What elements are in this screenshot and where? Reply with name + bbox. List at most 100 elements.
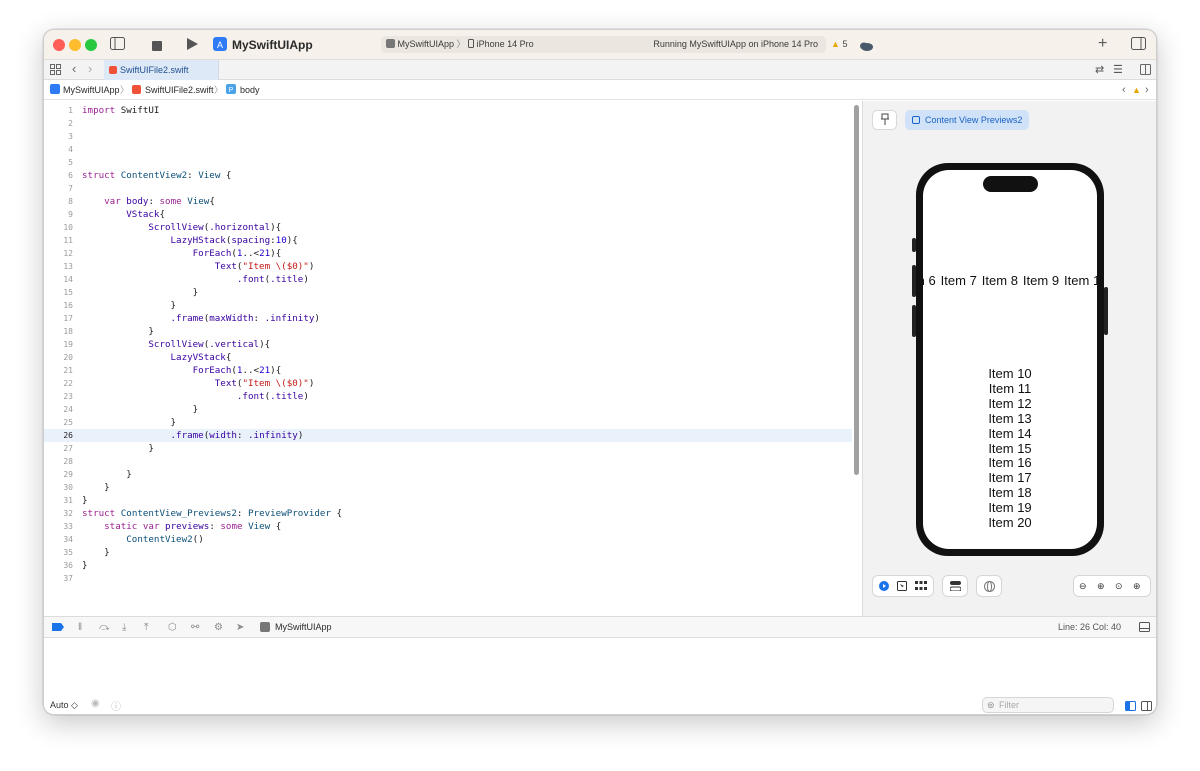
debug-target[interactable]: MySwiftUIApp xyxy=(275,617,332,638)
breakpoints-toggle-icon[interactable] xyxy=(52,623,64,634)
code-editor[interactable]: 1 import SwiftUI 2 3 4 5 6 struct ContentView2:… xyxy=(44,101,862,616)
grid-icon[interactable] xyxy=(50,63,61,79)
scheme-status-bar[interactable]: MySwiftUIApp 〉 iPhone 14 Pro Running MyS… xyxy=(381,36,826,53)
cloud-icon[interactable] xyxy=(859,39,873,55)
code-line[interactable]: 13 Text("Item \($0)") xyxy=(44,260,852,273)
step-into-icon[interactable]: ⤓ xyxy=(122,622,126,633)
code-line[interactable]: 17 .frame(maxWidth: .infinity) xyxy=(44,312,852,325)
previous-issue-icon[interactable]: ‹ xyxy=(1122,81,1126,100)
scheme-selector[interactable]: MySwiftUIApp 〉 iPhone 14 Pro xyxy=(386,36,534,53)
zoom-in-icon[interactable]: ⊕ xyxy=(1097,581,1105,591)
code-line[interactable]: 14 .font(.title) xyxy=(44,273,852,286)
breadcrumb-project[interactable]: MySwiftUIApp xyxy=(63,81,120,100)
code-line[interactable]: 15 } xyxy=(44,286,852,299)
code-line[interactable]: 25 } xyxy=(44,416,852,429)
breadcrumb-file[interactable]: SwiftUIFile2.swift xyxy=(145,81,214,100)
device-settings-button[interactable] xyxy=(942,575,968,597)
tab-swiftuifile2[interactable]: SwiftUIFile2.swift xyxy=(104,60,219,80)
code-line[interactable]: 24 } xyxy=(44,403,852,416)
simulate-location-icon[interactable]: ➤ xyxy=(236,622,244,633)
forward-icon[interactable]: › xyxy=(88,61,92,77)
show-console-icon[interactable] xyxy=(1141,698,1152,714)
code-line[interactable]: 37 xyxy=(44,572,852,585)
sidebar-toggle-icon[interactable] xyxy=(110,37,125,53)
zoom-fit-icon[interactable]: ⊕ xyxy=(1133,581,1141,591)
debug-view-hierarchy-icon[interactable]: ⬡ xyxy=(168,622,177,633)
refresh-icon[interactable]: ⇄ xyxy=(1095,62,1104,78)
code-line[interactable]: 22 Text("Item \($0)") xyxy=(44,377,852,390)
code-line[interactable]: 19 ScrollView(.vertical){ xyxy=(44,338,852,351)
next-issue-icon[interactable]: › xyxy=(1145,81,1149,100)
code-line[interactable]: 6 struct ContentView2: View { xyxy=(44,169,852,182)
step-out-icon[interactable]: ⤒ xyxy=(144,622,148,633)
step-over-icon[interactable]: ⤼ xyxy=(99,622,110,633)
eye-icon[interactable]: ◉ xyxy=(91,698,100,709)
pin-preview-button[interactable] xyxy=(872,110,897,130)
code-line[interactable]: 4 xyxy=(44,143,852,156)
zoom-out-icon[interactable]: ⊖ xyxy=(1079,581,1087,591)
preview-variants-button[interactable] xyxy=(976,575,1002,597)
variables-view-mode[interactable]: Auto ◇ xyxy=(50,700,78,711)
zoom-window-button[interactable] xyxy=(85,39,97,51)
code-line[interactable]: 7 xyxy=(44,182,852,195)
selectable-mode-icon[interactable] xyxy=(897,581,907,593)
minimize-window-button[interactable] xyxy=(69,39,81,51)
code-line[interactable]: 34 ContentView2() xyxy=(44,533,852,546)
warning-indicator[interactable]: ▲ 5 xyxy=(831,39,847,49)
line-number: 26 xyxy=(63,431,73,440)
editor-scrollbar[interactable] xyxy=(854,105,859,475)
close-window-button[interactable] xyxy=(53,39,65,51)
memory-graph-icon[interactable]: ⚯ xyxy=(191,622,199,633)
code-text: ForEach(1..<21){ xyxy=(192,248,282,259)
variants-grid-icon[interactable] xyxy=(915,581,927,593)
info-icon[interactable]: ⓘ xyxy=(111,698,121,713)
code-line[interactable]: 20 LazyVStack{ xyxy=(44,351,852,364)
pause-icon[interactable]: ‖ xyxy=(78,622,82,633)
add-icon[interactable]: + xyxy=(1098,36,1107,52)
code-line[interactable]: 1 import SwiftUI xyxy=(44,104,852,117)
code-line[interactable]: 36} xyxy=(44,559,852,572)
code-line[interactable]: 10 ScrollView(.horizontal){ xyxy=(44,221,852,234)
code-line[interactable]: 28 xyxy=(44,455,852,468)
editor-options-icon[interactable]: ☰ xyxy=(1113,62,1123,78)
inspector-toggle-icon[interactable] xyxy=(1131,37,1146,53)
code-line[interactable]: 9 VStack{ xyxy=(44,208,852,221)
breadcrumb-symbol[interactable]: body xyxy=(240,81,260,100)
show-variables-icon[interactable] xyxy=(1125,698,1136,714)
zoom-actual-icon[interactable]: ⊙ xyxy=(1115,581,1123,591)
code-line[interactable]: 5 xyxy=(44,156,852,169)
code-line[interactable]: 23 .font(.title) xyxy=(44,390,852,403)
phone-screen[interactable]: m 6Item 7Item 8Item 9Item 10 Item 10Item… xyxy=(923,170,1097,549)
code-line[interactable]: 3 xyxy=(44,130,852,143)
code-line[interactable]: 29 } xyxy=(44,468,852,481)
code-line[interactable]: 8 var body: some View{ xyxy=(44,195,852,208)
hide-debug-area-icon[interactable] xyxy=(1139,622,1150,635)
stop-icon[interactable] xyxy=(152,39,162,55)
code-line[interactable]: 30 } xyxy=(44,481,852,494)
back-icon[interactable]: ‹ xyxy=(72,61,76,77)
console-filter-input[interactable]: ⊜ Filter xyxy=(982,697,1114,713)
code-line[interactable]: 35 } xyxy=(44,546,852,559)
run-icon[interactable] xyxy=(187,38,198,54)
split-editor-icon[interactable] xyxy=(1140,63,1151,79)
horizontal-scroll-row[interactable]: m 6 Item 7 Item 8 Item 9 Item 10 xyxy=(923,273,1097,288)
code-line[interactable]: 11 LazyHStack(spacing:10){ xyxy=(44,234,852,247)
code-line[interactable]: 26 .frame(width: .infinity) xyxy=(44,429,852,442)
code-line[interactable]: 16 } xyxy=(44,299,852,312)
environment-overrides-icon[interactable]: ⚙ xyxy=(214,622,223,633)
code-line[interactable]: 27 } xyxy=(44,442,852,455)
code-line[interactable]: 2 xyxy=(44,117,852,130)
live-preview-icon[interactable] xyxy=(879,581,889,593)
vertical-scroll-list[interactable]: Item 10 Item 11 Item 12 Item 13 Item 14 Item … xyxy=(923,366,1097,531)
preview-selector[interactable]: Content View Previews2 xyxy=(905,110,1029,130)
code-line[interactable]: 32 struct ContentView_Previews2: PreviewP… xyxy=(44,507,852,520)
cursor-position: Line: 26 Col: 40 xyxy=(1058,622,1122,632)
code-line[interactable]: 21 ForEach(1..<21){ xyxy=(44,364,852,377)
warning-icon[interactable]: ▲ xyxy=(1132,81,1141,100)
code-text: .font(.title) xyxy=(236,274,309,285)
code-line[interactable]: 33 static var previews: some View { xyxy=(44,520,852,533)
code-line[interactable]: 31} xyxy=(44,494,852,507)
code-line[interactable]: 12 ForEach(1..<21){ xyxy=(44,247,852,260)
code-line[interactable]: 18 } xyxy=(44,325,852,338)
console-area[interactable]: Auto ◇ ◉ ⓘ ⊜ Filter xyxy=(44,638,1156,714)
